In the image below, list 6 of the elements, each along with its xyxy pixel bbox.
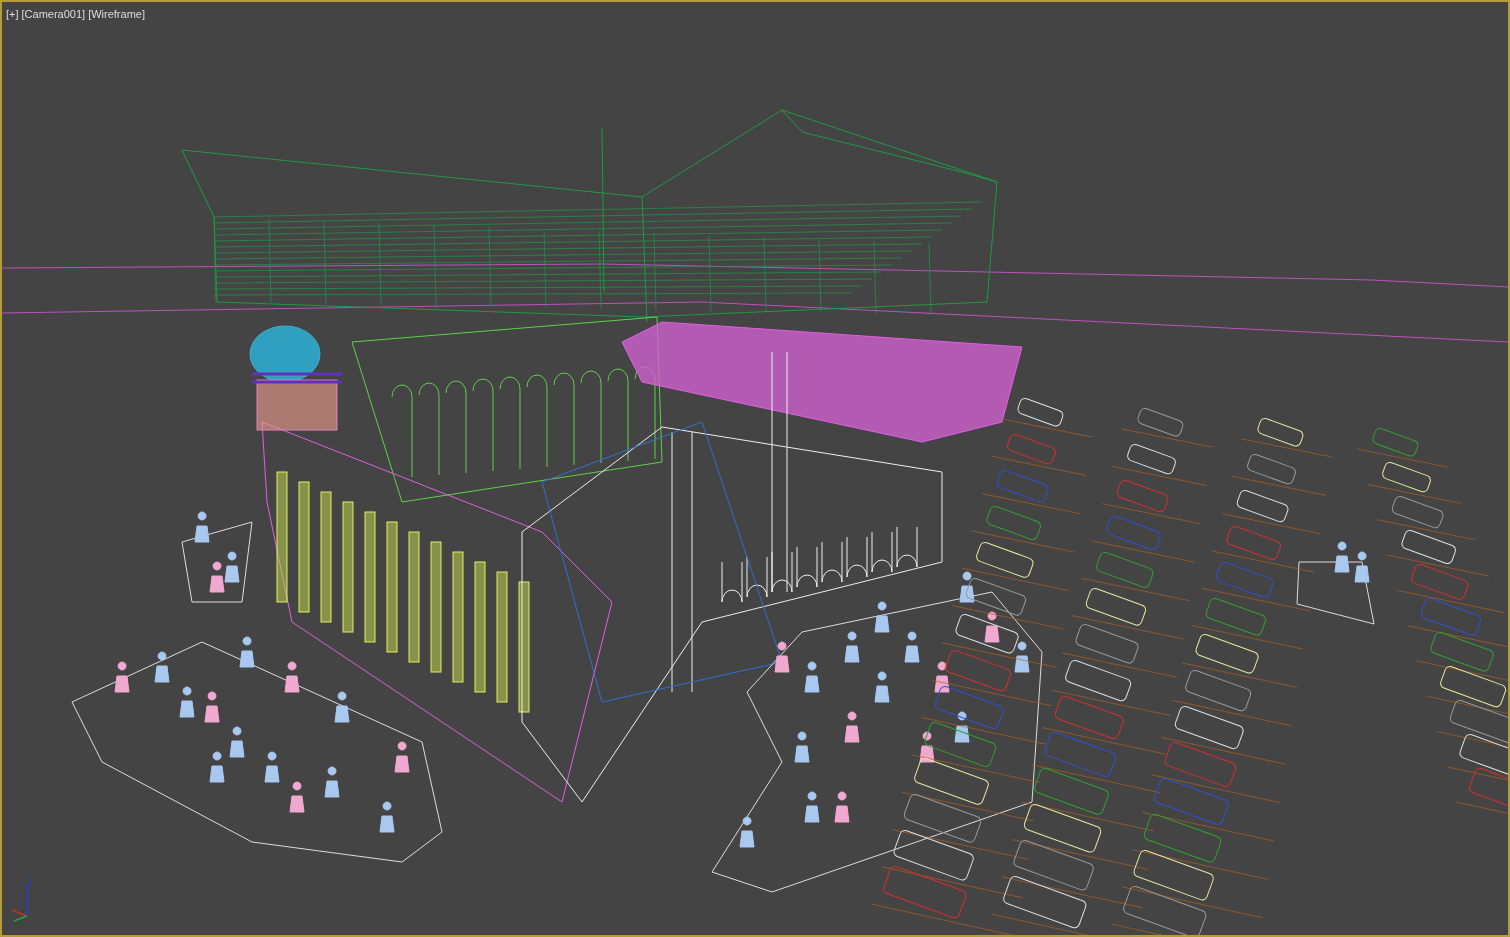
viewport-menu-label[interactable]: [Wireframe]	[88, 7, 145, 21]
viewport-menu-label[interactable]: [Camera001]	[21, 7, 86, 21]
viewport-menu-label[interactable]: [+]	[6, 7, 19, 21]
viewport-panel[interactable]: [+] [Camera001] [Wireframe] z	[0, 0, 1510, 937]
axis-label: z	[28, 876, 33, 887]
axis-gizmo-icon	[11, 883, 28, 922]
